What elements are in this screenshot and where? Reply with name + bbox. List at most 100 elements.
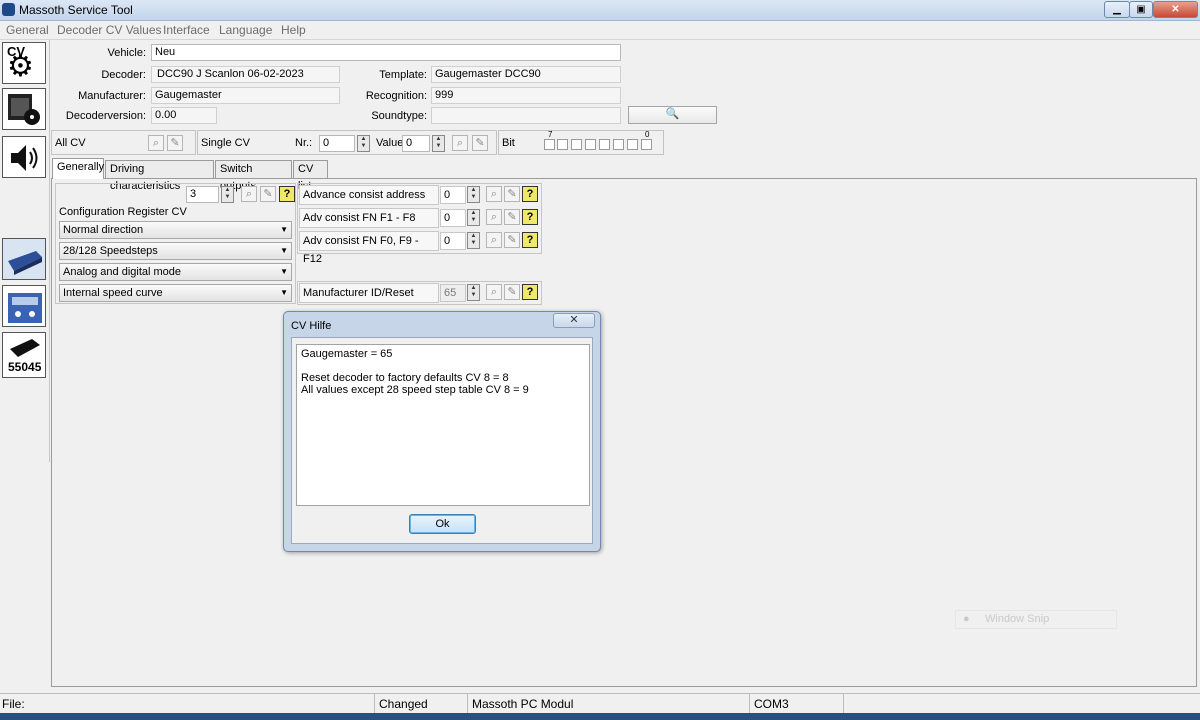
pencil-icon: ✎ — [263, 188, 273, 200]
speed-curve-select[interactable]: Internal speed curve ▼ — [59, 284, 292, 302]
direction-select[interactable]: Normal direction ▼ — [59, 221, 292, 239]
nr-spinner[interactable]: ▲ ▼ — [357, 135, 370, 152]
cv-row-write-button[interactable]: ✎ — [504, 209, 520, 225]
magnifier-icon: ⌕ — [490, 234, 498, 246]
bit-2-checkbox[interactable] — [613, 139, 624, 150]
speedsteps-select[interactable]: 28/128 Speedsteps ▼ — [59, 242, 292, 260]
bit-1-checkbox[interactable] — [627, 139, 638, 150]
cv-row-help-button[interactable]: ? — [522, 232, 538, 248]
config-write-button[interactable]: ✎ — [260, 186, 276, 202]
chevron-down-icon: ▼ — [280, 267, 288, 276]
dialog-body: Gaugemaster = 65 Reset decoder to factor… — [291, 337, 593, 544]
config-register-label: Configuration Register CV — [59, 206, 187, 218]
menu-language[interactable]: Language — [219, 23, 272, 37]
cv-row-spinner[interactable]: ▲ ▼ — [467, 209, 480, 226]
status-divider — [843, 694, 844, 713]
cv-row-value[interactable]: 0 — [440, 209, 466, 227]
cv-row-value[interactable]: 0 — [440, 232, 466, 250]
chevron-down-icon: ▼ — [280, 288, 288, 297]
cv-row-label: Advance consist address — [299, 185, 439, 205]
cv-row-read-button[interactable]: ⌕ — [486, 209, 502, 225]
pencil-icon: ✎ — [507, 188, 517, 200]
config-register-input[interactable]: 3 — [186, 186, 219, 203]
window-title: Massoth Service Tool — [19, 3, 133, 17]
sound-search-button[interactable]: 🔍 — [628, 106, 717, 124]
cv-row-value[interactable]: 0 — [440, 186, 466, 204]
os-taskbar — [0, 713, 1200, 720]
cv-row-spinner[interactable]: ▲ ▼ — [467, 186, 480, 203]
decoder-number-label: 55045 — [8, 360, 42, 374]
bit-0-checkbox[interactable] — [641, 139, 652, 150]
menu-decoder-cv-values[interactable]: Decoder CV Values — [57, 23, 162, 37]
cv-row-spinner[interactable]: ▲ ▼ — [467, 284, 480, 301]
cv-row-help-button[interactable]: ? — [522, 186, 538, 202]
tab-generally[interactable]: Generally — [52, 158, 104, 179]
bit-3-checkbox[interactable] — [599, 139, 610, 150]
single-cv-write-button[interactable]: ✎ — [472, 135, 488, 151]
single-cv-read-button[interactable]: ⌕ — [452, 135, 468, 151]
nr-input[interactable]: 0 — [319, 135, 355, 152]
manufacturer-field: Gaugemaster — [151, 87, 340, 104]
all-cv-read-button[interactable]: ⌕ — [148, 135, 164, 151]
interface-device-button-1[interactable] — [2, 238, 46, 280]
pencil-icon: ✎ — [170, 137, 180, 149]
pencil-icon: ✎ — [507, 286, 517, 298]
window-snip-label: Window Snip — [985, 613, 1050, 625]
bit-4-checkbox[interactable] — [585, 139, 596, 150]
dialog-help-text: Gaugemaster = 65 Reset decoder to factor… — [296, 344, 590, 506]
bit-6-checkbox[interactable] — [557, 139, 568, 150]
bit-5-checkbox[interactable] — [571, 139, 582, 150]
title-bar: Massoth Service Tool ▁ ▣ ✕ — [0, 0, 1200, 21]
cv-row-write-button[interactable]: ✎ — [504, 232, 520, 248]
cv-row-read-button[interactable]: ⌕ — [486, 186, 502, 202]
config-read-button[interactable]: ⌕ — [241, 186, 257, 202]
dialog-close-button[interactable]: ✕ — [553, 313, 595, 328]
cv-row-help-button[interactable]: ? — [522, 284, 538, 300]
all-cv-label: All CV — [55, 137, 86, 149]
template-label: Template: — [379, 69, 427, 81]
cv-row-write-button[interactable]: ✎ — [504, 186, 520, 202]
menu-help[interactable]: Help — [281, 23, 306, 37]
decoder-55045-button[interactable]: 55045 — [2, 332, 46, 378]
cv-row-read-button[interactable]: ⌕ — [486, 284, 502, 300]
interface-device-button-2[interactable] — [2, 285, 46, 327]
config-register-spinner[interactable]: ▲ ▼ — [221, 186, 234, 203]
cv-row-help-button[interactable]: ? — [522, 209, 538, 225]
sound-button[interactable] — [2, 136, 46, 178]
bit-7-checkbox[interactable] — [544, 139, 555, 150]
menu-interface[interactable]: Interface — [163, 23, 210, 37]
all-cv-write-button[interactable]: ✎ — [167, 135, 183, 151]
status-file-label: File: — [2, 697, 25, 711]
value-input[interactable]: 0 — [402, 135, 430, 152]
value-spinner[interactable]: ▲ ▼ — [432, 135, 445, 152]
minimize-button[interactable]: ▁ — [1104, 1, 1130, 18]
cv-help-dialog: CV Hilfe ✕ Gaugemaster = 65 Reset decode… — [283, 311, 601, 552]
tab-switch-outputs[interactable]: Switch outputs — [215, 160, 292, 192]
question-icon: ? — [526, 211, 534, 223]
direction-select-value: Normal direction — [63, 224, 144, 236]
status-module: Massoth PC Modul — [472, 697, 574, 711]
maximize-button[interactable]: ▣ — [1129, 1, 1153, 18]
film-sound-button[interactable] — [2, 88, 46, 130]
cv-row-write-button[interactable]: ✎ — [504, 284, 520, 300]
cv-row-spinner[interactable]: ▲ ▼ — [467, 232, 480, 249]
speedsteps-select-value: 28/128 Speedsteps — [63, 245, 158, 257]
cv-settings-button[interactable]: CV ⚙ — [2, 42, 46, 84]
magnifier-icon: ⌕ — [490, 211, 498, 223]
mode-select[interactable]: Analog and digital mode ▼ — [59, 263, 292, 281]
cv-row-read-button[interactable]: ⌕ — [486, 232, 502, 248]
app-icon — [2, 3, 15, 16]
config-help-button[interactable]: ? — [279, 186, 295, 202]
decoder-field: DCC90 J Scanlon 06-02-2023 — [151, 66, 340, 83]
question-icon: ? — [526, 234, 534, 246]
menu-general[interactable]: General — [6, 23, 49, 37]
tab-cv-list[interactable]: CV list — [293, 160, 328, 192]
magnifier-icon: ⌕ — [490, 286, 498, 298]
close-button[interactable]: ✕ — [1153, 1, 1198, 18]
dialog-ok-button[interactable]: Ok — [409, 514, 476, 534]
recognition-label: Recognition: — [365, 90, 427, 102]
vehicle-field[interactable]: Neu — [151, 44, 621, 61]
status-changed: Changed — [379, 697, 428, 711]
tab-driving-characteristics[interactable]: Driving characteristics — [105, 160, 214, 192]
question-icon: ? — [526, 188, 534, 200]
